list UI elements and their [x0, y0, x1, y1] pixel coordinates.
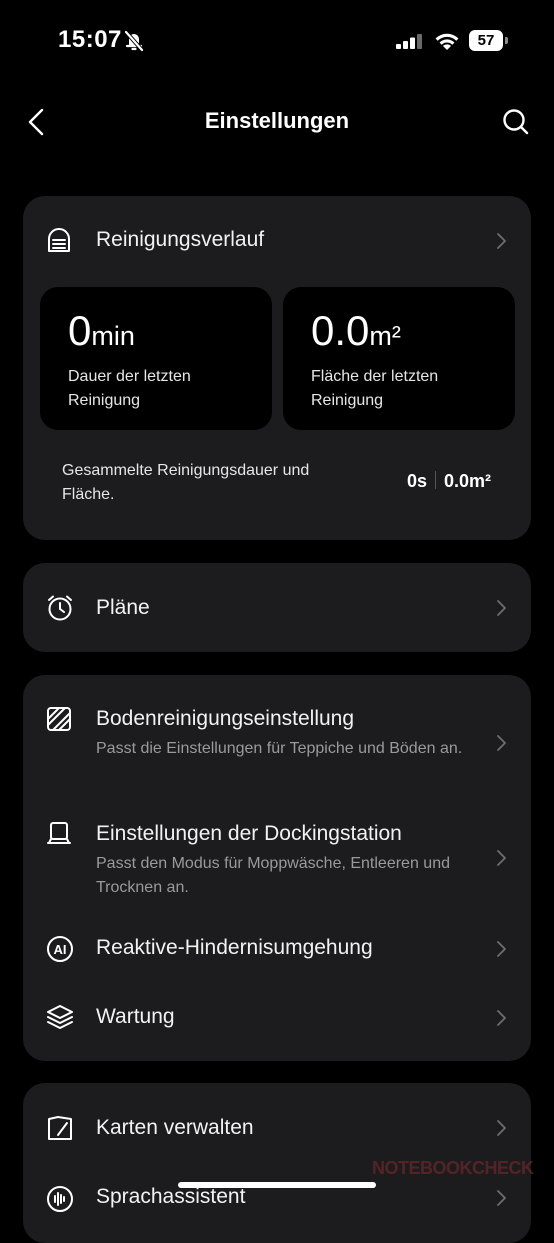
- dock-settings-label: Einstellungen der Dockingstation: [96, 822, 402, 845]
- manage-maps-label: Karten verwalten: [96, 1116, 254, 1139]
- docking-station-icon: [46, 821, 72, 852]
- svg-text:AI: AI: [54, 942, 67, 957]
- layers-icon: [46, 1003, 74, 1036]
- map-icon: [46, 1114, 74, 1147]
- battery-level: 57: [469, 30, 503, 51]
- floor-cleaning-label: Bodenreinigungseinstellung: [96, 707, 355, 730]
- total-values: 0s 0.0m²: [407, 471, 491, 492]
- home-indicator[interactable]: [178, 1182, 376, 1188]
- cellular-signal-icon: [396, 34, 424, 54]
- wifi-icon: [434, 31, 460, 56]
- maintenance-row[interactable]: Wartung: [23, 985, 531, 1051]
- last-area-box: 0.0m² Fläche der letzten Reinigung: [283, 287, 515, 430]
- floor-cleaning-desc: Passt die Einstellungen für Teppiche und…: [96, 740, 463, 757]
- schedules-card[interactable]: Pläne: [23, 563, 531, 652]
- last-duration-value: 0min: [68, 307, 135, 354]
- settings-card: Bodenreinigungseinstellung Passt die Ein…: [23, 675, 531, 1061]
- chevron-right-icon: [495, 1009, 507, 1032]
- chevron-right-icon: [495, 599, 507, 622]
- last-area-label: Fläche der letzten Reinigung: [311, 368, 439, 409]
- bell-muted-icon: [124, 30, 144, 57]
- ai-icon: AI: [46, 935, 74, 968]
- chevron-right-icon: [495, 849, 507, 872]
- cleaning-history-label: Reinigungsverlauf: [96, 228, 265, 251]
- page-title: Einstellungen: [204, 108, 350, 133]
- obstacle-avoidance-row[interactable]: AI Reaktive-Hindernisumgehung: [23, 915, 531, 981]
- floor-pattern-icon: [46, 706, 72, 737]
- last-duration-label: Dauer der letzten Reinigung: [68, 368, 191, 409]
- search-button[interactable]: [502, 108, 530, 141]
- search-icon: [502, 109, 530, 140]
- voice-assistant-label: Sprachassistent: [96, 1185, 246, 1208]
- chevron-right-icon: [495, 1119, 507, 1142]
- last-duration-box: 0min Dauer der letzten Reinigung: [40, 287, 272, 430]
- maintenance-label: Wartung: [96, 1005, 175, 1028]
- last-area-value: 0.0m²: [311, 307, 401, 354]
- watermark: NOTEBOOKCHECK: [372, 1158, 534, 1178]
- total-label: Gesammelte Reinigungsdauer und Fläche.: [62, 462, 310, 503]
- cleaning-history-card: Reinigungsverlauf 0min Dauer der letzten…: [23, 196, 531, 540]
- sound-wave-icon: [46, 1185, 74, 1218]
- robot-dock-icon: [46, 228, 72, 259]
- chevron-right-icon: [495, 734, 507, 757]
- dock-settings-desc: Passt den Modus für Moppwäsche, Entleere…: [96, 855, 450, 896]
- chevron-right-icon: [495, 232, 507, 255]
- total-duration: 0s: [406, 471, 427, 491]
- status-bar: 15:07 57: [0, 0, 554, 80]
- total-area: 0.0m²: [443, 471, 491, 491]
- separator: [434, 471, 436, 489]
- obstacle-avoidance-label: Reaktive-Hindernisumgehung: [96, 936, 373, 959]
- status-time: 15:07: [58, 26, 122, 53]
- dock-settings-row[interactable]: Einstellungen der Dockingstation Passt d…: [23, 800, 531, 908]
- schedules-label: Pläne: [96, 596, 150, 619]
- chevron-right-icon: [495, 1189, 507, 1212]
- floor-cleaning-settings-row[interactable]: Bodenreinigungseinstellung Passt die Ein…: [23, 685, 531, 793]
- cleaning-history-row[interactable]: Reinigungsverlauf: [23, 196, 531, 286]
- battery-tip: [505, 37, 508, 44]
- chevron-right-icon: [495, 940, 507, 963]
- alarm-clock-icon: [46, 594, 74, 627]
